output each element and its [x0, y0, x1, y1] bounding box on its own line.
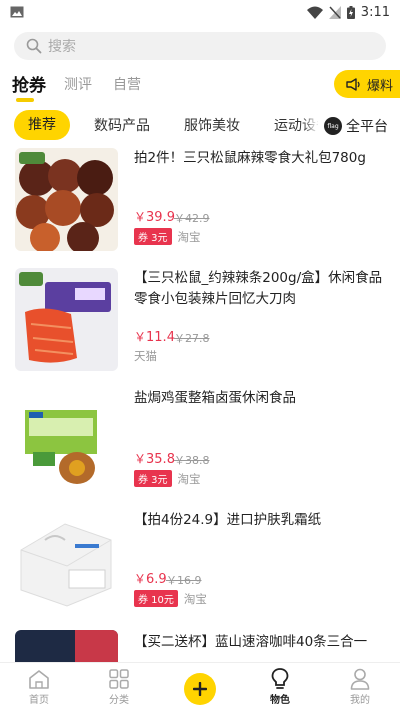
gallery-icon [10, 6, 24, 18]
product-price: ￥39.9 [134, 210, 175, 225]
signal-icon [328, 5, 341, 19]
product-original-price: ￥27.8 [174, 332, 210, 345]
search-bar[interactable]: 搜索 [14, 32, 386, 60]
nav-home[interactable]: 首页 [9, 667, 69, 706]
nav-home-label: 首页 [29, 695, 49, 706]
product-item[interactable]: 【买二送杯】蓝山速溶咖啡40条三合一 [0, 630, 400, 662]
product-price: ￥11.4 [134, 330, 175, 345]
baoliao-button[interactable]: 爆料 [334, 70, 400, 98]
bottom-nav: 首页 分类 物色 我的 [0, 662, 400, 711]
megaphone-icon [346, 77, 360, 91]
category-recommend[interactable]: 推荐 [14, 110, 70, 140]
product-title: 拍2件！三只松鼠麻辣零食大礼包780g [134, 150, 366, 166]
product-item[interactable]: 拍2件！三只松鼠麻辣零食大礼包780g ￥39.9 ￥42.9 券 3元 淘宝 [0, 148, 400, 266]
status-time: 3:11 [360, 4, 390, 20]
category-digital[interactable]: 数码产品 [94, 115, 150, 135]
all-platform-filter[interactable]: flag 全平台 [318, 110, 400, 142]
tab-ziying[interactable]: 自营 [113, 74, 141, 94]
coupon-badge: 券 3元 [134, 470, 172, 487]
user-icon [350, 668, 370, 690]
wifi-icon [306, 6, 323, 19]
bulb-icon [271, 668, 289, 689]
nav-category[interactable]: 分类 [89, 667, 149, 706]
product-title: 【买二送杯】蓝山速溶咖啡40条三合一 [134, 634, 368, 650]
search-input[interactable]: 搜索 [48, 36, 76, 56]
product-image [15, 630, 118, 662]
product-original-price: ￥16.9 [166, 574, 202, 587]
category-fashion[interactable]: 服饰美妆 [184, 115, 240, 135]
grid-icon [109, 669, 129, 689]
status-bar: 3:11 [0, 0, 400, 24]
baoliao-label: 爆料 [367, 78, 394, 94]
home-icon [29, 670, 49, 689]
product-image [15, 510, 118, 613]
platform-icon: flag [324, 117, 342, 135]
product-title: 【拍4份24.9】进口护肤乳霜纸 [134, 512, 322, 528]
nav-mine-label: 我的 [350, 695, 370, 706]
search-icon [26, 38, 42, 54]
battery-icon [346, 5, 355, 19]
product-item[interactable]: 【三只松鼠_约辣辣条200g/盒】休闲食品零食小包装辣片回忆大刀肉 ￥11.4 … [0, 268, 400, 386]
product-price: ￥35.8 [134, 452, 175, 467]
product-price: ￥6.9 [134, 572, 167, 587]
product-item[interactable]: 【拍4份24.9】进口护肤乳霜纸 ￥6.9 ￥16.9 券 10元 淘宝 [0, 510, 400, 628]
product-title: 【三只松鼠_约辣辣条200g/盒】休闲食品零食小包装辣片回忆大刀肉 [134, 270, 383, 307]
product-meta: 券 3元 淘宝 [134, 228, 201, 245]
product-meta: 券 3元 淘宝 [134, 470, 201, 487]
product-platform: 淘宝 [183, 591, 207, 606]
product-image [15, 268, 118, 371]
product-original-price: ￥38.8 [174, 454, 210, 467]
product-original-price: ￥42.9 [174, 212, 210, 225]
product-image [15, 388, 118, 491]
tab-qiangquan[interactable]: 抢券 [12, 71, 46, 96]
product-meta: 券 10元 淘宝 [134, 590, 207, 607]
all-platform-label: 全平台 [346, 119, 388, 135]
product-platform: 淘宝 [177, 229, 201, 244]
product-meta: 天猫 [134, 348, 157, 364]
tab-ceping[interactable]: 测评 [64, 74, 92, 94]
product-platform: 天猫 [134, 349, 157, 363]
nav-mine[interactable]: 我的 [330, 667, 390, 706]
active-tab-indicator [16, 98, 34, 102]
product-item[interactable]: 盐焗鸡蛋整箱卤蛋休闲食品 ￥35.8 ￥38.8 券 3元 淘宝 [0, 388, 400, 506]
product-image [15, 148, 118, 251]
product-platform: 淘宝 [177, 471, 201, 486]
coupon-badge: 券 10元 [134, 590, 178, 607]
nav-category-label: 分类 [109, 695, 129, 706]
category-tabs: 推荐 数码产品 服饰美妆 运动设备 flag 全平台 [0, 110, 400, 142]
nav-wuse-label: 物色 [270, 695, 290, 706]
product-title: 盐焗鸡蛋整箱卤蛋休闲食品 [134, 390, 296, 406]
plus-icon [193, 682, 207, 696]
nav-wuse[interactable]: 物色 [250, 667, 310, 706]
nav-publish-button[interactable] [184, 673, 216, 705]
coupon-badge: 券 3元 [134, 228, 172, 245]
